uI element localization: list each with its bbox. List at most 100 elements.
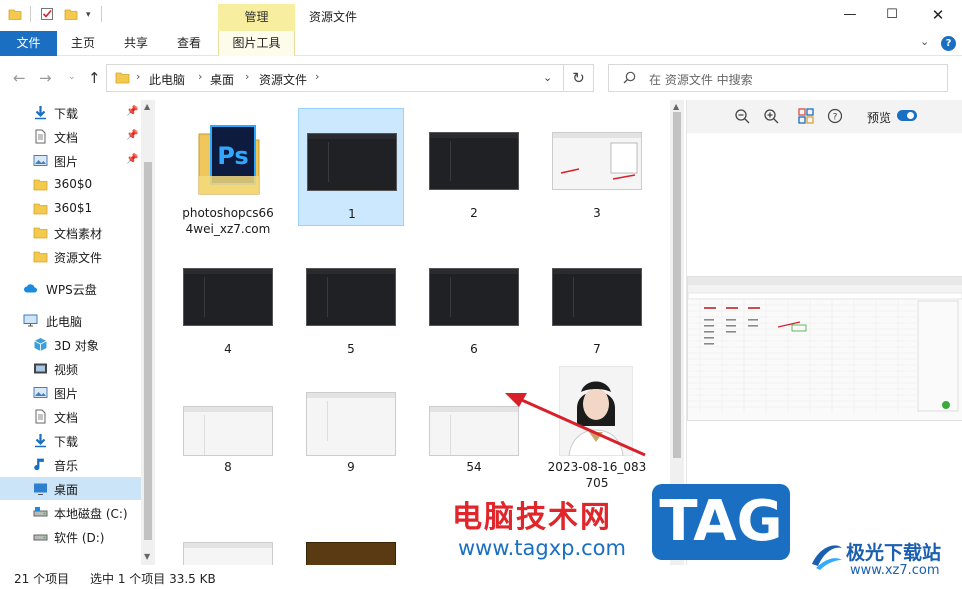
maximize-button[interactable]: ☐ xyxy=(880,4,904,26)
preview-toggle[interactable] xyxy=(897,110,917,121)
sidebar-item-documents[interactable]: 文档 xyxy=(0,405,141,428)
breadcrumb-separator-icon[interactable]: › xyxy=(245,70,249,83)
image-thumbnail[interactable] xyxy=(306,542,396,565)
image-thumbnail[interactable] xyxy=(183,542,273,565)
sidebar-item-drive-c[interactable]: 本地磁盘 (C:) xyxy=(0,501,141,524)
file-item-5[interactable]: 5 xyxy=(298,244,404,362)
scroll-up-arrow-icon[interactable]: ▲ xyxy=(673,102,679,111)
sidebar-item-folder-doc-materials[interactable]: 文档素材 xyxy=(0,221,141,244)
cloud-icon xyxy=(24,284,37,293)
file-item-photoshop-folder[interactable]: Ps photoshopcs66 4wei_xz7.com xyxy=(175,108,281,236)
recent-locations-chevron-icon[interactable]: ⌄ xyxy=(68,72,76,82)
sidebar-item-downloads-quick[interactable]: 下载 📌 xyxy=(0,101,141,124)
scroll-up-arrow-icon[interactable]: ▲ xyxy=(144,102,150,111)
file-name: photoshopcs66 xyxy=(182,206,274,220)
breadcrumb-separator-icon[interactable]: › xyxy=(315,70,319,83)
sidebar-item-folder-360-1[interactable]: 360$1 xyxy=(0,197,141,220)
zoom-out-icon[interactable] xyxy=(734,108,750,124)
breadcrumb-resource-folder[interactable]: 资源文件 xyxy=(259,71,307,88)
sidebar-scrollbar[interactable]: ▲ ▼ xyxy=(141,100,155,565)
tab-view[interactable]: 查看 xyxy=(168,31,210,56)
music-note-icon xyxy=(34,458,44,471)
tab-share[interactable]: 共享 xyxy=(114,31,158,56)
sidebar-item-drive-d[interactable]: 软件 (D:) xyxy=(0,525,141,548)
breadcrumb-desktop[interactable]: 桌面 xyxy=(210,71,234,88)
preview-image-spreadsheet xyxy=(687,276,962,421)
file-item-8[interactable]: 8 xyxy=(175,362,281,480)
image-thumbnail xyxy=(183,406,273,456)
folder-icon[interactable] xyxy=(8,7,22,21)
watermark-aurora-url: www.xz7.com xyxy=(850,563,940,578)
drive-icon xyxy=(33,534,48,541)
zoom-in-icon[interactable] xyxy=(763,108,779,124)
sidebar-item-folder-360-0[interactable]: 360$0 xyxy=(0,173,141,196)
sidebar-item-documents-quick[interactable]: 文档 📌 xyxy=(0,125,141,148)
up-arrow-icon[interactable]: ↑ xyxy=(88,69,101,87)
forward-arrow-icon[interactable]: → xyxy=(39,69,52,87)
help-icon[interactable]: ? xyxy=(941,36,956,51)
search-icon xyxy=(623,71,636,84)
file-name: 3 xyxy=(593,206,601,220)
sidebar-item-label: 下载 xyxy=(54,107,79,121)
pin-icon[interactable]: 📌 xyxy=(126,130,138,141)
pin-icon[interactable]: 📌 xyxy=(126,106,138,117)
file-item-4[interactable]: 4 xyxy=(175,244,281,362)
tab-picture-tools[interactable]: 图片工具 xyxy=(218,31,295,56)
sidebar-item-label: 音乐 xyxy=(54,459,79,473)
customize-toolbar-dropdown-icon[interactable]: ▾ xyxy=(86,10,100,24)
manage-context-tab[interactable]: 管理 xyxy=(218,4,295,31)
sidebar-item-pictures[interactable]: 图片 xyxy=(0,381,141,404)
selection-info: 选中 1 个项目 33.5 KB xyxy=(90,572,216,586)
file-item-6[interactable]: 6 xyxy=(421,244,527,362)
properties-check-icon[interactable] xyxy=(40,7,54,21)
file-item-3[interactable]: 3 xyxy=(544,108,650,226)
annotation-arrow-icon xyxy=(560,142,638,180)
sidebar-item-videos[interactable]: 视频 xyxy=(0,357,141,380)
tab-home[interactable]: 主页 xyxy=(62,31,104,56)
image-thumbnail xyxy=(429,268,519,326)
file-item-1[interactable]: 1 xyxy=(298,108,404,226)
breadcrumb-separator-icon[interactable]: › xyxy=(136,70,140,83)
pin-icon[interactable]: 📌 xyxy=(126,154,138,165)
sidebar-item-label: 图片 xyxy=(54,387,79,401)
search-placeholder[interactable]: 在 资源文件 中搜索 xyxy=(649,71,753,88)
help-circle-icon[interactable]: ? xyxy=(827,108,843,124)
breadcrumb-this-pc[interactable]: 此电脑 xyxy=(149,71,185,88)
sidebar-item-wps-cloud[interactable]: WPS云盘 xyxy=(0,277,141,300)
apps-grid-icon[interactable] xyxy=(798,108,814,124)
address-bar[interactable]: › 此电脑 › 桌面 › 资源文件 › ⌄ xyxy=(106,64,564,92)
new-folder-icon[interactable] xyxy=(64,7,78,21)
tab-file[interactable]: 文件 xyxy=(0,31,57,56)
expand-ribbon-chevron-icon[interactable]: ⌄ xyxy=(920,35,929,48)
sidebar-item-desktop[interactable]: 桌面 xyxy=(0,477,141,500)
sidebar-item-this-pc[interactable]: 此电脑 xyxy=(0,309,141,332)
sidebar-item-folder-resources[interactable]: 资源文件 xyxy=(0,245,141,268)
sidebar-item-pictures-quick[interactable]: 图片 📌 xyxy=(0,149,141,172)
item-count: 21 个项目 xyxy=(14,572,70,586)
close-button[interactable]: ✕ xyxy=(926,4,950,26)
document-icon xyxy=(35,409,46,424)
sidebar-item-music[interactable]: 音乐 xyxy=(0,453,141,476)
file-item-7[interactable]: 7 xyxy=(544,244,650,362)
sidebar-item-label: 桌面 xyxy=(54,483,79,497)
folder-icon xyxy=(33,227,48,239)
scroll-down-arrow-icon[interactable]: ▼ xyxy=(144,552,150,561)
image-thumbnail xyxy=(552,132,642,190)
preview-toolbar: ? 预览 xyxy=(687,100,962,133)
sidebar-item-label: 资源文件 xyxy=(54,251,103,265)
file-name: 4 xyxy=(224,342,232,356)
minimize-button[interactable]: — xyxy=(838,4,862,26)
scrollbar-thumb[interactable] xyxy=(673,112,681,458)
breadcrumb-separator-icon[interactable]: › xyxy=(198,70,202,83)
scrollbar-thumb[interactable] xyxy=(144,162,152,540)
navigation-pane: 下载 📌 文档 📌 图片 📌 360$0 360$1 文档素材 资源文件 WPS… xyxy=(0,100,155,565)
address-history-chevron-icon[interactable]: ⌄ xyxy=(543,71,552,84)
back-arrow-icon[interactable]: ← xyxy=(13,69,26,87)
sidebar-item-downloads[interactable]: 下载 xyxy=(0,429,141,452)
sidebar-item-3d-objects[interactable]: 3D 对象 xyxy=(0,333,141,356)
file-item-2[interactable]: 2 xyxy=(421,108,527,226)
refresh-icon[interactable]: ↻ xyxy=(564,64,594,92)
search-box[interactable]: 在 资源文件 中搜索 xyxy=(608,64,948,92)
file-item-9[interactable]: 9 xyxy=(298,362,404,480)
sidebar-item-label: 此电脑 xyxy=(46,315,83,329)
